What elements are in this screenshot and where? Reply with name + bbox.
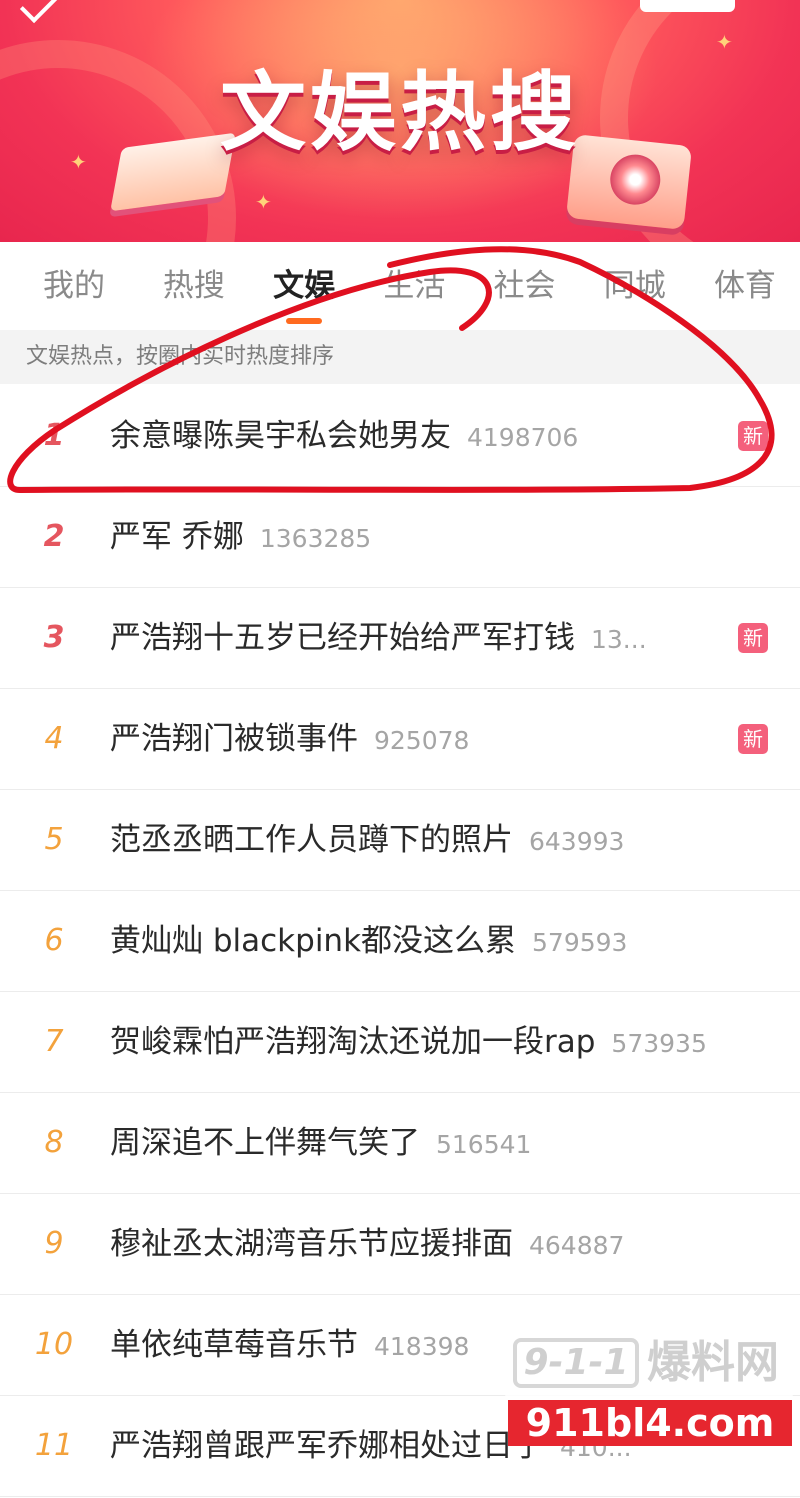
tab-mine[interactable]: 我的 [25, 242, 139, 330]
tab-label: 生活 [383, 268, 446, 304]
rank-number: 11 [34, 1428, 74, 1463]
watermark-url: 911bl4.com [508, 1400, 792, 1446]
tab-sports[interactable]: 体育 [690, 242, 800, 330]
new-badge: 新 [738, 421, 768, 451]
list-item[interactable]: 9 穆祉丞太湖湾音乐节应援排面 464887 [0, 1194, 800, 1295]
rank-number: 10 [34, 1327, 74, 1362]
topic-text: 严浩翔门被锁事件 [110, 721, 358, 757]
heat-value: 579593 [532, 928, 628, 957]
heat-value: 13... [591, 625, 647, 654]
topic-title: 穆祉丞太湖湾音乐节应援排面 464887 [110, 1194, 624, 1296]
topic-text: 余意曝陈昊宇私会她男友 [110, 418, 451, 454]
ranking-description: 文娱热点，按圈内实时热度排序 [0, 330, 800, 384]
rank-number: 4 [44, 721, 64, 756]
topic-text: 贺峻霖怕严浩翔淘汰还说加一段rap [110, 1024, 596, 1060]
topic-text: 范丞丞晒工作人员蹲下的照片 [110, 822, 513, 858]
list-item[interactable]: 3 严浩翔十五岁已经开始给严军打钱 13... 新 [0, 588, 800, 689]
topic-text: 穆祉丞太湖湾音乐节应援排面 [110, 1226, 513, 1262]
hot-search-banner: ✦ ✦ ✦ 文娱热搜 [0, 0, 800, 242]
tab-active-indicator [286, 318, 323, 324]
new-badge: 新 [738, 623, 768, 653]
list-item[interactable]: 4 严浩翔门被锁事件 925078 新 [0, 689, 800, 790]
rank-number: 6 [44, 923, 64, 958]
topic-title: 周深追不上伴舞气笑了 516541 [110, 1093, 531, 1195]
topic-title: 余意曝陈昊宇私会她男友 4198706 [110, 386, 578, 488]
topic-title: 贺峻霖怕严浩翔淘汰还说加一段rap 573935 [110, 992, 707, 1094]
topic-text: 周深追不上伴舞气笑了 [110, 1125, 420, 1161]
watermark-site-name: 爆料网 [647, 1337, 779, 1388]
rank-number: 9 [44, 1226, 64, 1261]
topic-title: 严浩翔门被锁事件 925078 [110, 689, 469, 791]
status-bar-fragment [640, 0, 735, 12]
rank-number: 7 [44, 1024, 64, 1059]
rank-number: 8 [44, 1125, 64, 1160]
rank-number: 2 [43, 519, 65, 554]
topic-text: 单依纯草莓音乐节 [110, 1327, 358, 1363]
tab-label: 我的 [43, 268, 105, 304]
topic-title: 黄灿灿 blackpink都没这么累 579593 [110, 891, 627, 993]
tab-local[interactable]: 同城 [580, 242, 690, 330]
list-item[interactable]: 6 黄灿灿 blackpink都没这么累 579593 [0, 891, 800, 992]
tab-hot-search[interactable]: 热搜 [139, 242, 249, 330]
heat-value: 1363285 [259, 524, 372, 553]
back-arrow-icon[interactable] [19, 0, 59, 24]
rank-number: 1 [43, 418, 65, 453]
tab-label: 同城 [603, 268, 666, 304]
heat-value: 573935 [611, 1029, 707, 1058]
heat-value: 925078 [374, 726, 470, 755]
new-badge: 新 [738, 724, 768, 754]
watermark-logo: 9-1-1 [513, 1338, 639, 1388]
list-item[interactable]: 7 贺峻霖怕严浩翔淘汰还说加一段rap 573935 [0, 992, 800, 1093]
heat-value: 418398 [374, 1332, 470, 1361]
banner-title: 文娱热搜 [220, 63, 580, 163]
tab-label: 社会 [493, 268, 556, 304]
rank-number: 5 [44, 822, 64, 857]
topic-text: 严浩翔十五岁已经开始给严军打钱 [110, 620, 575, 656]
heat-value: 516541 [436, 1130, 532, 1159]
topic-title: 单依纯草莓音乐节 418398 [110, 1295, 469, 1397]
topic-title: 范丞丞晒工作人员蹲下的照片 643993 [110, 790, 624, 892]
tab-life[interactable]: 生活 [359, 242, 469, 330]
rank-number: 3 [43, 620, 65, 655]
list-item[interactable]: 1 余意曝陈昊宇私会她男友 4198706 新 [0, 386, 800, 487]
tab-label: 热搜 [162, 268, 225, 304]
topic-title: 严浩翔十五岁已经开始给严军打钱 13... [110, 588, 647, 690]
tab-society[interactable]: 社会 [469, 242, 579, 330]
list-item[interactable]: 8 周深追不上伴舞气笑了 516541 [0, 1093, 800, 1194]
tab-label: 体育 [713, 268, 776, 304]
sparkle-icon: ✦ [255, 190, 272, 214]
topic-text: 黄灿灿 blackpink都没这么累 [110, 923, 517, 959]
list-item[interactable]: 2 严军 乔娜 1363285 [0, 487, 800, 588]
tab-label: 文娱 [273, 268, 336, 304]
heat-value: 643993 [529, 827, 625, 856]
topic-text: 严军 乔娜 [110, 519, 244, 555]
watermark-logo-panel: 9-1-1 爆料网 [503, 1330, 795, 1398]
list-item[interactable]: 5 范丞丞晒工作人员蹲下的照片 643993 [0, 790, 800, 891]
heat-value: 464887 [529, 1231, 625, 1260]
heat-value: 4198706 [467, 423, 579, 452]
category-tabs: 我的 热搜 文娱 生活 社会 同城 体育 [0, 242, 800, 330]
topic-title: 严军 乔娜 1363285 [110, 487, 371, 589]
tab-entertainment[interactable]: 文娱 [249, 242, 359, 330]
topic-text: 严浩翔曾跟严军乔娜相处过日子 [110, 1428, 544, 1464]
